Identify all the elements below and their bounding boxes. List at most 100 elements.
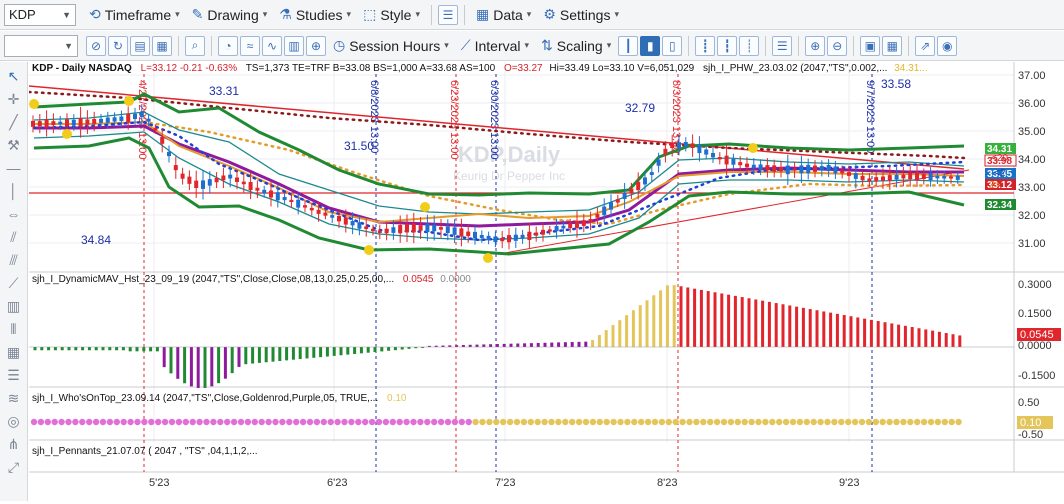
vertical-line-icon[interactable]: │ <box>4 181 24 201</box>
histogram-bar <box>189 347 193 387</box>
who-value: 0.10 <box>387 393 407 404</box>
who-dot <box>555 418 562 426</box>
who-dot <box>251 418 258 426</box>
ohlc-icon[interactable]: ┋ <box>695 35 716 56</box>
candle-hollow-icon[interactable]: ▯ <box>662 35 683 56</box>
pitchfork-icon[interactable]: ⋔ <box>4 434 24 454</box>
wave-icon[interactable]: ∿ <box>262 35 282 56</box>
bars-icon[interactable]: ▥ <box>284 35 304 56</box>
add-chart-icon[interactable]: ⇗ <box>915 35 936 56</box>
price-tick: 32.00 <box>1018 210 1046 222</box>
histogram-bar <box>359 347 363 354</box>
screen-icon[interactable]: ▣ <box>860 35 881 56</box>
interval-menu[interactable]: ⟋ Interval ▾ <box>456 34 534 58</box>
histogram-bar <box>815 310 819 347</box>
refresh-icon[interactable]: ↻ <box>108 35 128 56</box>
crosshair-icon[interactable]: ✛ <box>4 89 24 109</box>
header-symbol: KDP - Daily NASDAQ <box>32 63 132 74</box>
who-dot <box>161 418 169 426</box>
eye-icon[interactable]: ◉ <box>937 35 958 56</box>
header-open: O=33.27 <box>504 63 543 74</box>
arrows-icon[interactable]: ⇔ <box>4 204 24 224</box>
chevron-down-icon: ▾ <box>415 9 420 19</box>
list-icon[interactable]: ☰ <box>4 365 24 385</box>
chart-icon[interactable]: ≈ <box>240 35 260 56</box>
who-dot <box>886 418 893 426</box>
interval-label: Interval <box>474 37 521 54</box>
snapshot-icon[interactable]: ▦ <box>882 35 903 56</box>
who-panel-header: sjh_I_Who'sOnTop_23.09.14 (2047,"TS",Clo… <box>32 393 407 404</box>
bar-style-icon[interactable]: ┃ <box>618 35 639 56</box>
divider <box>430 4 432 25</box>
candle-body <box>459 228 464 237</box>
candle-body <box>221 175 226 181</box>
candle-body <box>425 223 430 233</box>
who-dot <box>534 418 541 426</box>
who-dot <box>569 418 576 426</box>
candle-body <box>350 221 355 226</box>
price-label: 32.79 <box>625 101 655 115</box>
candle-body <box>479 234 484 239</box>
table-icon[interactable]: ▤ <box>130 35 150 56</box>
chart-area[interactable]: KDP,Daily Keurig Dr Pepper Inc 4/27/2023… <box>27 62 1064 504</box>
gauge-icon[interactable]: ◔ <box>218 35 238 56</box>
who-dot <box>313 418 321 426</box>
grid-icon[interactable]: ▦ <box>152 35 172 56</box>
histogram-bar <box>305 347 309 359</box>
link-icon[interactable]: ⊘ <box>86 35 106 56</box>
histogram-bar <box>713 292 717 347</box>
style-menu[interactable]: ⬚ Style ▾ <box>358 3 425 27</box>
header-stats: TS=1,373 TE=TRF B=33.08 BS=1,000 A=33.68… <box>246 63 496 74</box>
zoom-out-icon[interactable]: ⊖ <box>827 35 848 56</box>
bars-icon[interactable]: ▥ <box>4 296 24 316</box>
measure-icon[interactable]: ⤢ <box>4 457 24 477</box>
histogram-bar <box>33 347 37 351</box>
mav-panel-header: sjh_I_DynamicMAV_Hst_23_09_19 (2047,"TS"… <box>32 274 471 285</box>
fan-icon[interactable]: ≋ <box>4 388 24 408</box>
candle-body <box>160 137 165 144</box>
candle-style-icon[interactable]: ▮ <box>640 35 661 56</box>
parallel-lines-icon[interactable]: ⫽ <box>4 227 24 247</box>
timeframe-menu[interactable]: ⟲ Timeframe ▾ <box>84 3 185 27</box>
who-dot <box>203 418 210 426</box>
histogram-bar <box>645 300 649 347</box>
channel-icon[interactable]: ⫻ <box>4 250 24 270</box>
symbol-input[interactable]: KDP ▼ <box>4 3 76 26</box>
zoom-icon[interactable]: ⊕ <box>306 35 326 56</box>
candle-body <box>364 226 369 230</box>
histogram-bar <box>468 344 472 347</box>
studies-menu[interactable]: ⚗ Studies ▾ <box>274 3 356 27</box>
zoom-in-icon[interactable]: ⊕ <box>805 35 826 56</box>
drawing-menu[interactable]: ✎ Drawing ▾ <box>187 3 273 27</box>
session-hours-menu[interactable]: ◷ Session Hours ▾ <box>328 34 454 58</box>
who-dot <box>472 418 479 426</box>
data-menu[interactable]: ▦ Data ▾ <box>471 3 536 27</box>
grid-icon[interactable]: ▦ <box>4 342 24 362</box>
candle-body <box>622 192 627 199</box>
columns-icon[interactable]: ⦀ <box>4 319 24 339</box>
scaling-menu[interactable]: ⇅ Scaling ▾ <box>536 34 616 58</box>
trend-icon[interactable]: ⟋ <box>4 273 24 293</box>
candle-body <box>779 167 783 172</box>
candle-body <box>92 119 97 124</box>
horizontal-line-icon[interactable]: — <box>4 158 24 178</box>
who-dot <box>624 418 631 426</box>
wrench-icon[interactable]: ⚒ <box>4 135 24 155</box>
volume-icon[interactable]: ┇ <box>717 35 738 56</box>
line-icon[interactable]: ╱ <box>4 112 24 132</box>
cursor-icon[interactable]: ↖ <box>4 66 24 86</box>
header-study: sjh_I_PHW_23.03.02 (2047,"TS",0.002,... <box>703 63 887 74</box>
price-chart-svg[interactable]: KDP,Daily Keurig Dr Pepper Inc 4/27/2023… <box>27 62 1064 501</box>
candle-body <box>99 118 103 123</box>
candle-body <box>439 227 443 230</box>
layout-icon[interactable]: ☰ <box>772 35 793 56</box>
interval-input[interactable]: ▼ <box>4 34 78 57</box>
settings-menu[interactable]: ⚙ Settings ▾ <box>538 3 624 27</box>
hlc-icon[interactable]: ┊ <box>739 35 760 56</box>
layout-icon[interactable]: ☰ <box>437 4 458 25</box>
search-icon[interactable]: ⌕ <box>185 35 205 56</box>
chevron-down-icon: ▾ <box>262 9 268 19</box>
candle-body <box>649 172 654 175</box>
histogram-bar <box>312 347 316 358</box>
spiral-icon[interactable]: ◎ <box>4 411 24 431</box>
